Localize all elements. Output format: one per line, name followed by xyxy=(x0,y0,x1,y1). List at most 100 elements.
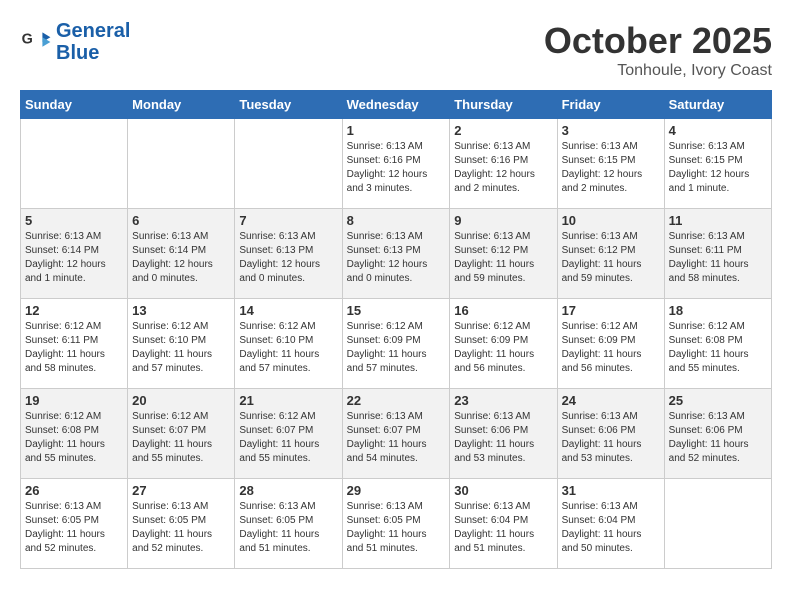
day-info: Sunrise: 6:13 AM Sunset: 6:05 PM Dayligh… xyxy=(239,500,337,556)
day-number: 15 xyxy=(347,303,446,318)
day-info: Sunrise: 6:12 AM Sunset: 6:09 PM Dayligh… xyxy=(454,320,552,376)
day-number: 2 xyxy=(454,123,552,138)
logo: G General Blue xyxy=(20,20,130,64)
page-header: G General Blue October 2025 Tonhoule, Iv… xyxy=(20,20,772,80)
month-title: October 2025 xyxy=(544,20,772,62)
calendar-cell: 8 Sunrise: 6:13 AM Sunset: 6:13 PM Daylig… xyxy=(342,209,450,299)
day-number: 6 xyxy=(132,213,230,228)
day-number: 26 xyxy=(25,483,123,498)
day-info: Sunrise: 6:12 AM Sunset: 6:07 PM Dayligh… xyxy=(132,410,230,466)
calendar-cell: 21 Sunrise: 6:12 AM Sunset: 6:07 PM Dayli… xyxy=(235,389,342,479)
calendar-cell: 14 Sunrise: 6:12 AM Sunset: 6:10 PM Dayli… xyxy=(235,299,342,389)
calendar-cell xyxy=(21,119,128,209)
day-info: Sunrise: 6:12 AM Sunset: 6:09 PM Dayligh… xyxy=(347,320,446,376)
calendar-body: 1 Sunrise: 6:13 AM Sunset: 6:16 PM Daylig… xyxy=(21,119,772,569)
day-info: Sunrise: 6:13 AM Sunset: 6:14 PM Dayligh… xyxy=(132,230,230,286)
day-info: Sunrise: 6:12 AM Sunset: 6:08 PM Dayligh… xyxy=(669,320,767,376)
day-number: 10 xyxy=(562,213,660,228)
calendar-cell: 13Sunrise: 6:12 AM Sunset: 6:10 PM Dayli… xyxy=(128,299,235,389)
day-number: 9 xyxy=(454,213,552,228)
day-info: Sunrise: 6:13 AM Sunset: 6:05 PM Dayligh… xyxy=(25,500,123,556)
week-row-2: 12 Sunrise: 6:12 AM Sunset: 6:11 PM Dayli… xyxy=(21,299,772,389)
day-number: 20 xyxy=(132,393,230,408)
week-row-3: 19Sunrise: 6:12 AM Sunset: 6:08 PM Dayli… xyxy=(21,389,772,479)
calendar-cell: 9Sunrise: 6:13 AM Sunset: 6:12 PM Daylig… xyxy=(450,209,557,299)
calendar-cell xyxy=(235,119,342,209)
title-block: October 2025 Tonhoule, Ivory Coast xyxy=(544,20,772,80)
day-info: Sunrise: 6:13 AM Sunset: 6:04 PM Dayligh… xyxy=(562,500,660,556)
day-info: Sunrise: 6:13 AM Sunset: 6:05 PM Dayligh… xyxy=(347,500,446,556)
day-info: Sunrise: 6:13 AM Sunset: 6:12 PM Dayligh… xyxy=(562,230,660,286)
day-info: Sunrise: 6:13 AM Sunset: 6:15 PM Dayligh… xyxy=(669,140,767,196)
header-row: SundayMondayTuesdayWednesdayThursdayFrid… xyxy=(21,91,772,119)
calendar-cell: 23Sunrise: 6:13 AM Sunset: 6:06 PM Dayli… xyxy=(450,389,557,479)
day-number: 14 xyxy=(239,303,337,318)
week-row-4: 26 Sunrise: 6:13 AM Sunset: 6:05 PM Dayli… xyxy=(21,479,772,569)
day-number: 19 xyxy=(25,393,123,408)
day-info: Sunrise: 6:13 AM Sunset: 6:14 PM Dayligh… xyxy=(25,230,123,286)
calendar-cell: 16 Sunrise: 6:12 AM Sunset: 6:09 PM Dayli… xyxy=(450,299,557,389)
calendar-cell: 22 Sunrise: 6:13 AM Sunset: 6:07 PM Dayli… xyxy=(342,389,450,479)
day-number: 8 xyxy=(347,213,446,228)
day-info: Sunrise: 6:13 AM Sunset: 6:06 PM Dayligh… xyxy=(669,410,767,466)
day-number: 5 xyxy=(25,213,123,228)
day-number: 12 xyxy=(25,303,123,318)
header-cell-saturday: Saturday xyxy=(664,91,771,119)
calendar-cell: 12 Sunrise: 6:12 AM Sunset: 6:11 PM Dayli… xyxy=(21,299,128,389)
day-info: Sunrise: 6:13 AM Sunset: 6:07 PM Dayligh… xyxy=(347,410,446,466)
calendar-cell: 1 Sunrise: 6:13 AM Sunset: 6:16 PM Daylig… xyxy=(342,119,450,209)
day-number: 16 xyxy=(454,303,552,318)
day-number: 22 xyxy=(347,393,446,408)
calendar-cell: 27Sunrise: 6:13 AM Sunset: 6:05 PM Dayli… xyxy=(128,479,235,569)
day-info: Sunrise: 6:12 AM Sunset: 6:11 PM Dayligh… xyxy=(25,320,123,376)
day-info: Sunrise: 6:12 AM Sunset: 6:09 PM Dayligh… xyxy=(562,320,660,376)
header-cell-sunday: Sunday xyxy=(21,91,128,119)
day-info: Sunrise: 6:13 AM Sunset: 6:13 PM Dayligh… xyxy=(347,230,446,286)
day-number: 1 xyxy=(347,123,446,138)
day-info: Sunrise: 6:13 AM Sunset: 6:13 PM Dayligh… xyxy=(239,230,337,286)
header-cell-tuesday: Tuesday xyxy=(235,91,342,119)
day-number: 7 xyxy=(239,213,337,228)
calendar-cell: 28Sunrise: 6:13 AM Sunset: 6:05 PM Dayli… xyxy=(235,479,342,569)
calendar-cell: 26 Sunrise: 6:13 AM Sunset: 6:05 PM Dayli… xyxy=(21,479,128,569)
calendar-header: SundayMondayTuesdayWednesdayThursdayFrid… xyxy=(21,91,772,119)
day-number: 29 xyxy=(347,483,446,498)
day-info: Sunrise: 6:12 AM Sunset: 6:07 PM Dayligh… xyxy=(239,410,337,466)
day-number: 30 xyxy=(454,483,552,498)
svg-text:G: G xyxy=(22,32,33,48)
day-number: 27 xyxy=(132,483,230,498)
calendar-cell: 20 Sunrise: 6:12 AM Sunset: 6:07 PM Dayli… xyxy=(128,389,235,479)
calendar-cell: 31Sunrise: 6:13 AM Sunset: 6:04 PM Dayli… xyxy=(557,479,664,569)
calendar-cell: 11 Sunrise: 6:13 AM Sunset: 6:11 PM Dayli… xyxy=(664,209,771,299)
calendar-cell: 24 Sunrise: 6:13 AM Sunset: 6:06 PM Dayli… xyxy=(557,389,664,479)
calendar-cell xyxy=(664,479,771,569)
day-info: Sunrise: 6:13 AM Sunset: 6:11 PM Dayligh… xyxy=(669,230,767,286)
header-cell-friday: Friday xyxy=(557,91,664,119)
calendar-cell: 17 Sunrise: 6:12 AM Sunset: 6:09 PM Dayli… xyxy=(557,299,664,389)
day-number: 24 xyxy=(562,393,660,408)
day-info: Sunrise: 6:13 AM Sunset: 6:15 PM Dayligh… xyxy=(562,140,660,196)
header-cell-wednesday: Wednesday xyxy=(342,91,450,119)
day-number: 4 xyxy=(669,123,767,138)
calendar-table: SundayMondayTuesdayWednesdayThursdayFrid… xyxy=(20,90,772,569)
calendar-cell xyxy=(128,119,235,209)
calendar-cell: 5 Sunrise: 6:13 AM Sunset: 6:14 PM Daylig… xyxy=(21,209,128,299)
calendar-cell: 19Sunrise: 6:12 AM Sunset: 6:08 PM Dayli… xyxy=(21,389,128,479)
calendar-cell: 10 Sunrise: 6:13 AM Sunset: 6:12 PM Dayli… xyxy=(557,209,664,299)
day-info: Sunrise: 6:12 AM Sunset: 6:10 PM Dayligh… xyxy=(239,320,337,376)
calendar-cell: 7 Sunrise: 6:13 AM Sunset: 6:13 PM Daylig… xyxy=(235,209,342,299)
day-number: 11 xyxy=(669,213,767,228)
header-cell-thursday: Thursday xyxy=(450,91,557,119)
day-info: Sunrise: 6:13 AM Sunset: 6:16 PM Dayligh… xyxy=(454,140,552,196)
day-info: Sunrise: 6:13 AM Sunset: 6:16 PM Dayligh… xyxy=(347,140,446,196)
day-number: 17 xyxy=(562,303,660,318)
day-number: 13 xyxy=(132,303,230,318)
header-cell-monday: Monday xyxy=(128,91,235,119)
day-info: Sunrise: 6:13 AM Sunset: 6:06 PM Dayligh… xyxy=(562,410,660,466)
day-info: Sunrise: 6:13 AM Sunset: 6:04 PM Dayligh… xyxy=(454,500,552,556)
day-number: 21 xyxy=(239,393,337,408)
day-number: 25 xyxy=(669,393,767,408)
calendar-cell: 3Sunrise: 6:13 AM Sunset: 6:15 PM Daylig… xyxy=(557,119,664,209)
calendar-cell: 25 Sunrise: 6:13 AM Sunset: 6:06 PM Dayli… xyxy=(664,389,771,479)
day-number: 23 xyxy=(454,393,552,408)
